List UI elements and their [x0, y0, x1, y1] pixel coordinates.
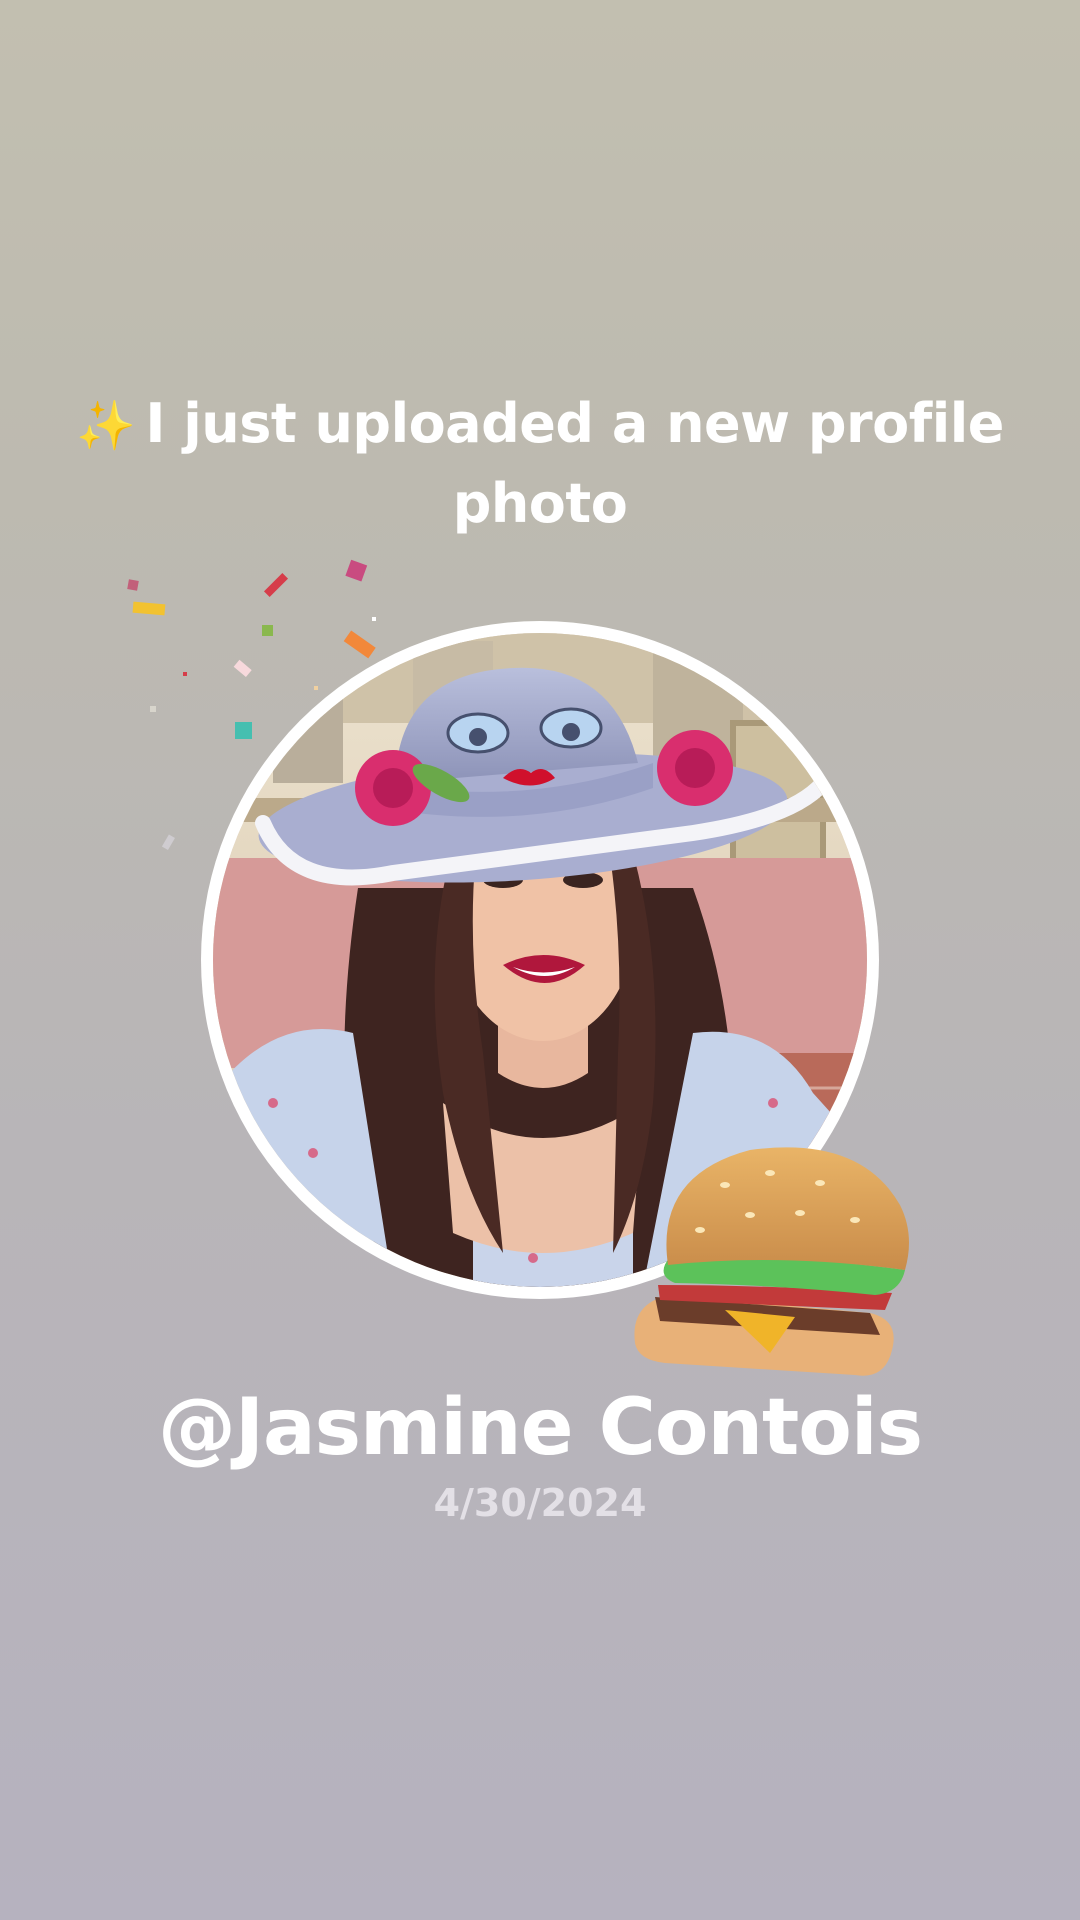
profile-username[interactable]: @Jasmine Contois	[0, 1378, 1080, 1478]
headline-text: I just uploaded a new profile photo	[145, 392, 1004, 535]
upload-date: 4/30/2024	[433, 1481, 647, 1525]
story-headline: ✨ I just uploaded a new profile photo	[0, 385, 1080, 543]
hamburger-sticker-icon[interactable]	[630, 1135, 920, 1385]
sparkles-icon: ✨	[76, 398, 136, 454]
